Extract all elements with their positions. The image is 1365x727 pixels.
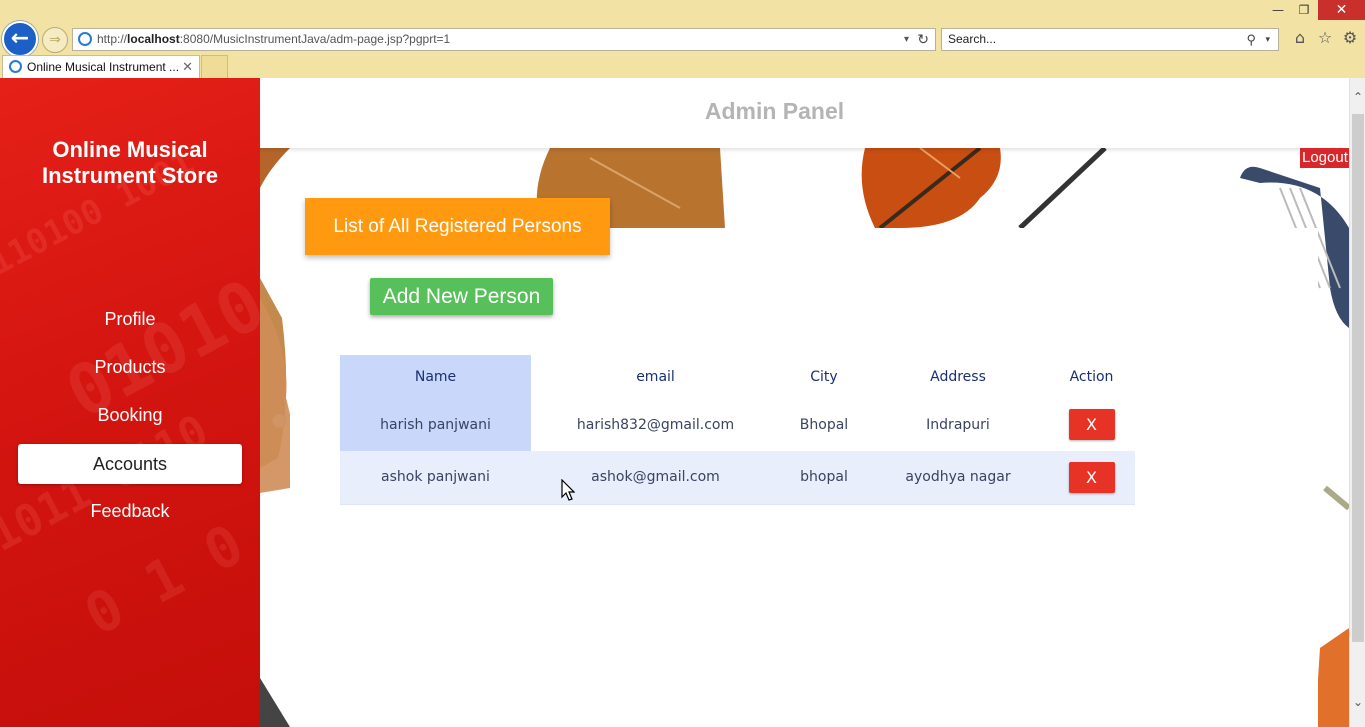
minimize-button[interactable]: —	[1268, 0, 1288, 20]
url-prefix: http://	[97, 32, 128, 46]
scroll-up-icon[interactable]: ⌃	[1350, 90, 1365, 104]
person-action: X	[1048, 398, 1135, 451]
browser-tab[interactable]: Online Musical Instrument ... ✕	[2, 55, 200, 78]
store-title-line2: Instrument Store	[41, 163, 219, 188]
column-header-name: Name	[340, 355, 531, 398]
sidebar: 0110100 1001 01010 1011 0110 0 1 0 Onlin…	[0, 78, 260, 727]
column-header-address: Address	[930, 368, 986, 385]
store-title-line1: Online Musical	[52, 137, 208, 162]
person-address: Indrapuri	[926, 416, 990, 433]
gear-icon[interactable]: ⚙	[1340, 28, 1360, 48]
address-dropdown-icon[interactable]: ▾	[904, 29, 909, 50]
list-all-persons-button[interactable]: List of All Registered Persons	[305, 198, 610, 255]
url-host: localhost	[127, 32, 180, 46]
column-header-email: email	[636, 368, 675, 385]
search-icon[interactable]: ⚲	[1246, 29, 1256, 50]
bow-decoration	[1018, 148, 1107, 230]
tab-title: Online Musical Instrument ...	[27, 60, 180, 74]
ie-icon	[78, 32, 92, 46]
person-address: ayodhya nagar	[868, 451, 1048, 505]
mouse-cursor-icon	[561, 479, 575, 501]
tab-close-icon[interactable]: ✕	[182, 56, 193, 78]
sidebar-item-accounts[interactable]: Accounts	[18, 444, 242, 484]
new-tab-button[interactable]	[201, 55, 228, 78]
column-header-action: Action	[1069, 368, 1114, 385]
forward-arrow-icon[interactable]: ⇒	[42, 27, 68, 53]
url-rest: :8080/MusicInstrumentJava/adm-page.jsp?p…	[179, 32, 451, 46]
close-window-button[interactable]: ✕	[1318, 0, 1365, 20]
scroll-thumb[interactable]	[1352, 114, 1364, 642]
ie-icon	[9, 60, 22, 73]
sidebar-item-products[interactable]: Products	[18, 347, 242, 387]
table-header-row: Name email City Address Action	[340, 355, 1135, 398]
person-city: bhopal	[780, 451, 868, 505]
admin-header: Admin Panel	[260, 78, 1349, 148]
column-header-city: City	[810, 368, 838, 385]
person-name: harish panjwani	[340, 398, 531, 451]
sidebar-item-profile[interactable]: Profile	[18, 299, 242, 339]
scroll-down-icon[interactable]: ⌄	[1350, 695, 1365, 709]
sidebar-item-booking[interactable]: Booking	[18, 395, 242, 435]
table-row: harish panjwani harish832@gmail.com Bhop…	[340, 398, 1135, 451]
back-arrow-icon[interactable]: ←	[2, 21, 38, 57]
instrument-bottom-left-decoration	[260, 678, 290, 727]
restore-button[interactable]: ❐	[1294, 0, 1314, 20]
search-placeholder: Search...	[948, 32, 997, 46]
delete-person-button[interactable]: X	[1068, 461, 1115, 493]
store-title: Online Musical Instrument Store	[0, 137, 260, 189]
person-city: Bhopal	[799, 416, 849, 433]
search-input[interactable]: Search... ⚲ ▾	[941, 28, 1279, 51]
search-dropdown-icon[interactable]: ▾	[1265, 29, 1270, 50]
guitar-left-decoration	[260, 148, 290, 188]
persons-table: Name email City Address Action harish pa…	[340, 355, 1135, 505]
star-icon[interactable]: ☆	[1315, 28, 1335, 48]
sidebar-item-feedback[interactable]: Feedback	[18, 491, 242, 531]
refresh-icon[interactable]: ↻	[917, 29, 929, 50]
person-email: harish832@gmail.com	[576, 416, 735, 433]
address-bar[interactable]: http://localhost:8080/MusicInstrumentJav…	[72, 28, 936, 51]
binary-decoration: 0 1 0	[74, 512, 254, 649]
table-row: ashok panjwani ashok@gmail.com bhopal ay…	[340, 451, 1135, 505]
add-new-person-button[interactable]: Add New Person	[370, 278, 553, 315]
main-content: Admin Panel Logout List of All Registere…	[260, 78, 1349, 727]
home-icon[interactable]: ⌂	[1290, 28, 1310, 48]
delete-person-button[interactable]: X	[1068, 409, 1115, 440]
logout-button[interactable]: Logout	[1300, 148, 1349, 168]
person-action: X	[1048, 451, 1135, 505]
page-title: Admin Panel	[704, 98, 845, 124]
vertical-scrollbar[interactable]: ⌃ ⌄	[1349, 78, 1365, 727]
browser-toolbar: — ❐ ✕ ← ⇒ http://localhost:8080/MusicIns…	[0, 0, 1365, 78]
person-name: ashok panjwani	[340, 451, 531, 505]
guitar-bottom-right-decoration	[1315, 628, 1349, 727]
